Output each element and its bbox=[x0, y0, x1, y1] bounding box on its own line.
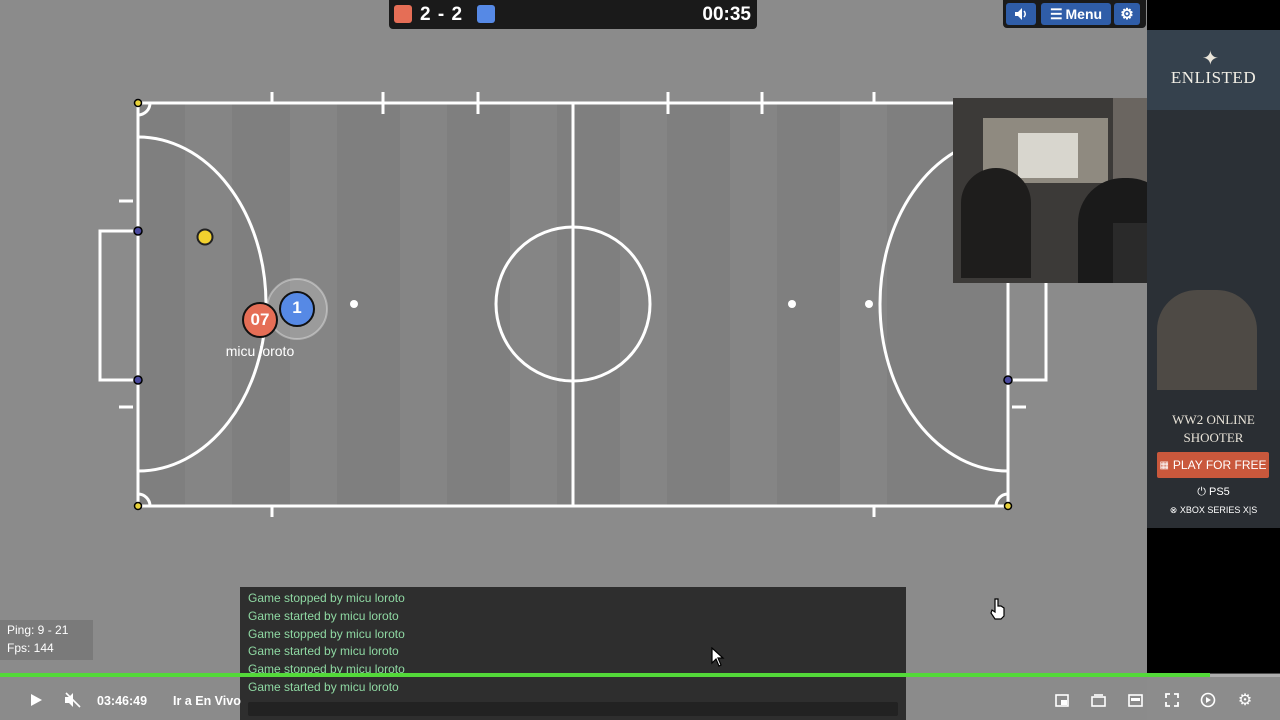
ad-cta-button[interactable]: ▦ PLAY FOR FREE bbox=[1157, 452, 1269, 478]
xbox-icon: ⊗ bbox=[1169, 505, 1178, 515]
clip-button[interactable] bbox=[1198, 688, 1218, 712]
network-stats: Ping: 9 - 21 Fps: 144 bbox=[0, 620, 93, 660]
chat-message: Game stopped by micu loroto bbox=[248, 591, 405, 605]
ad-platform-xbox: ⊗ XBOX SERIES X|S bbox=[1147, 505, 1280, 516]
hand-cursor-icon bbox=[990, 598, 1005, 620]
miniplayer-button[interactable] bbox=[1052, 688, 1072, 712]
menu-button[interactable]: ☰ Menu bbox=[1041, 3, 1111, 25]
star-icon: ✦ bbox=[1202, 48, 1219, 70]
ad-top-strip bbox=[1147, 0, 1280, 30]
windows-icon: ▦ bbox=[1159, 459, 1169, 471]
menu-label: Menu bbox=[1065, 6, 1103, 22]
red-player-label: 07 bbox=[250, 310, 270, 329]
red-team-swatch bbox=[394, 5, 412, 23]
chat-message: Game started by micu loroto bbox=[248, 609, 399, 623]
playstation-icon: ⏻ bbox=[1197, 486, 1206, 498]
ad-brand-logo: ENLISTED bbox=[1170, 68, 1257, 87]
muted-speaker-icon bbox=[65, 692, 81, 708]
video-controls: 03:46:49 Ir a En Vivo ⚙ bbox=[0, 680, 1280, 720]
go-live-button[interactable]: Ir a En Vivo bbox=[173, 694, 241, 708]
player-settings-button[interactable]: ⚙ bbox=[1235, 688, 1255, 712]
match-timer: 00:35 bbox=[702, 4, 751, 25]
score: 2 - 2 bbox=[420, 4, 464, 25]
ad-platform-ps5-label: PS5 bbox=[1208, 486, 1230, 498]
gear-icon: ⚙ bbox=[1237, 692, 1253, 709]
advertisement-banner[interactable]: ENLISTED ✦ WW2 ONLINE SHOOTER ▦ PLAY FOR… bbox=[1147, 30, 1280, 528]
play-button[interactable] bbox=[26, 688, 46, 712]
sound-button[interactable] bbox=[1006, 3, 1036, 25]
player-name: micu loroto bbox=[225, 343, 295, 359]
ad-bottom-strip bbox=[1147, 528, 1280, 674]
blue-team-swatch bbox=[477, 5, 495, 23]
play-icon bbox=[31, 694, 42, 706]
fps-readout: Fps: 144 bbox=[7, 641, 54, 655]
theater-icon bbox=[1090, 693, 1106, 707]
ad-cta-label: PLAY FOR FREE bbox=[1172, 458, 1267, 472]
arrow-cursor-icon bbox=[711, 647, 725, 667]
top-toolbar: ☰ Menu ⚙ bbox=[1003, 0, 1146, 28]
chat-message: Game started by micu loroto bbox=[248, 644, 399, 658]
video-progress-fill bbox=[0, 673, 1210, 677]
blue-player-label: 1 bbox=[292, 298, 302, 317]
settings-button[interactable]: ⚙ bbox=[1114, 3, 1140, 25]
fullscreen-button[interactable] bbox=[1162, 688, 1182, 712]
ad-tagline-1: WW2 ONLINE bbox=[1172, 412, 1255, 427]
mute-button[interactable] bbox=[62, 688, 84, 712]
clip-icon bbox=[1200, 692, 1216, 708]
ball bbox=[196, 228, 214, 246]
gear-icon: ⚙ bbox=[1120, 6, 1134, 23]
ad-tagline-2: SHOOTER bbox=[1183, 430, 1244, 445]
ping-readout: Ping: 9 - 21 bbox=[7, 623, 69, 637]
fullscreen-icon bbox=[1165, 693, 1179, 707]
hamburger-icon: ☰ bbox=[1049, 5, 1063, 22]
chat-message: Game stopped by micu loroto bbox=[248, 627, 405, 641]
theater-button[interactable] bbox=[1088, 688, 1108, 712]
miniplayer-icon bbox=[1055, 693, 1069, 707]
default-view-button[interactable] bbox=[1125, 688, 1145, 712]
playback-time: 03:46:49 bbox=[97, 694, 148, 708]
ad-platform-ps5: ⏻ PS5 bbox=[1147, 486, 1280, 499]
default-view-icon bbox=[1127, 693, 1143, 707]
speaker-icon bbox=[1015, 8, 1026, 20]
scoreboard: 2 - 2 00:35 bbox=[389, 0, 757, 29]
ad-platform-xbox-label: XBOX SERIES X|S bbox=[1179, 505, 1258, 515]
